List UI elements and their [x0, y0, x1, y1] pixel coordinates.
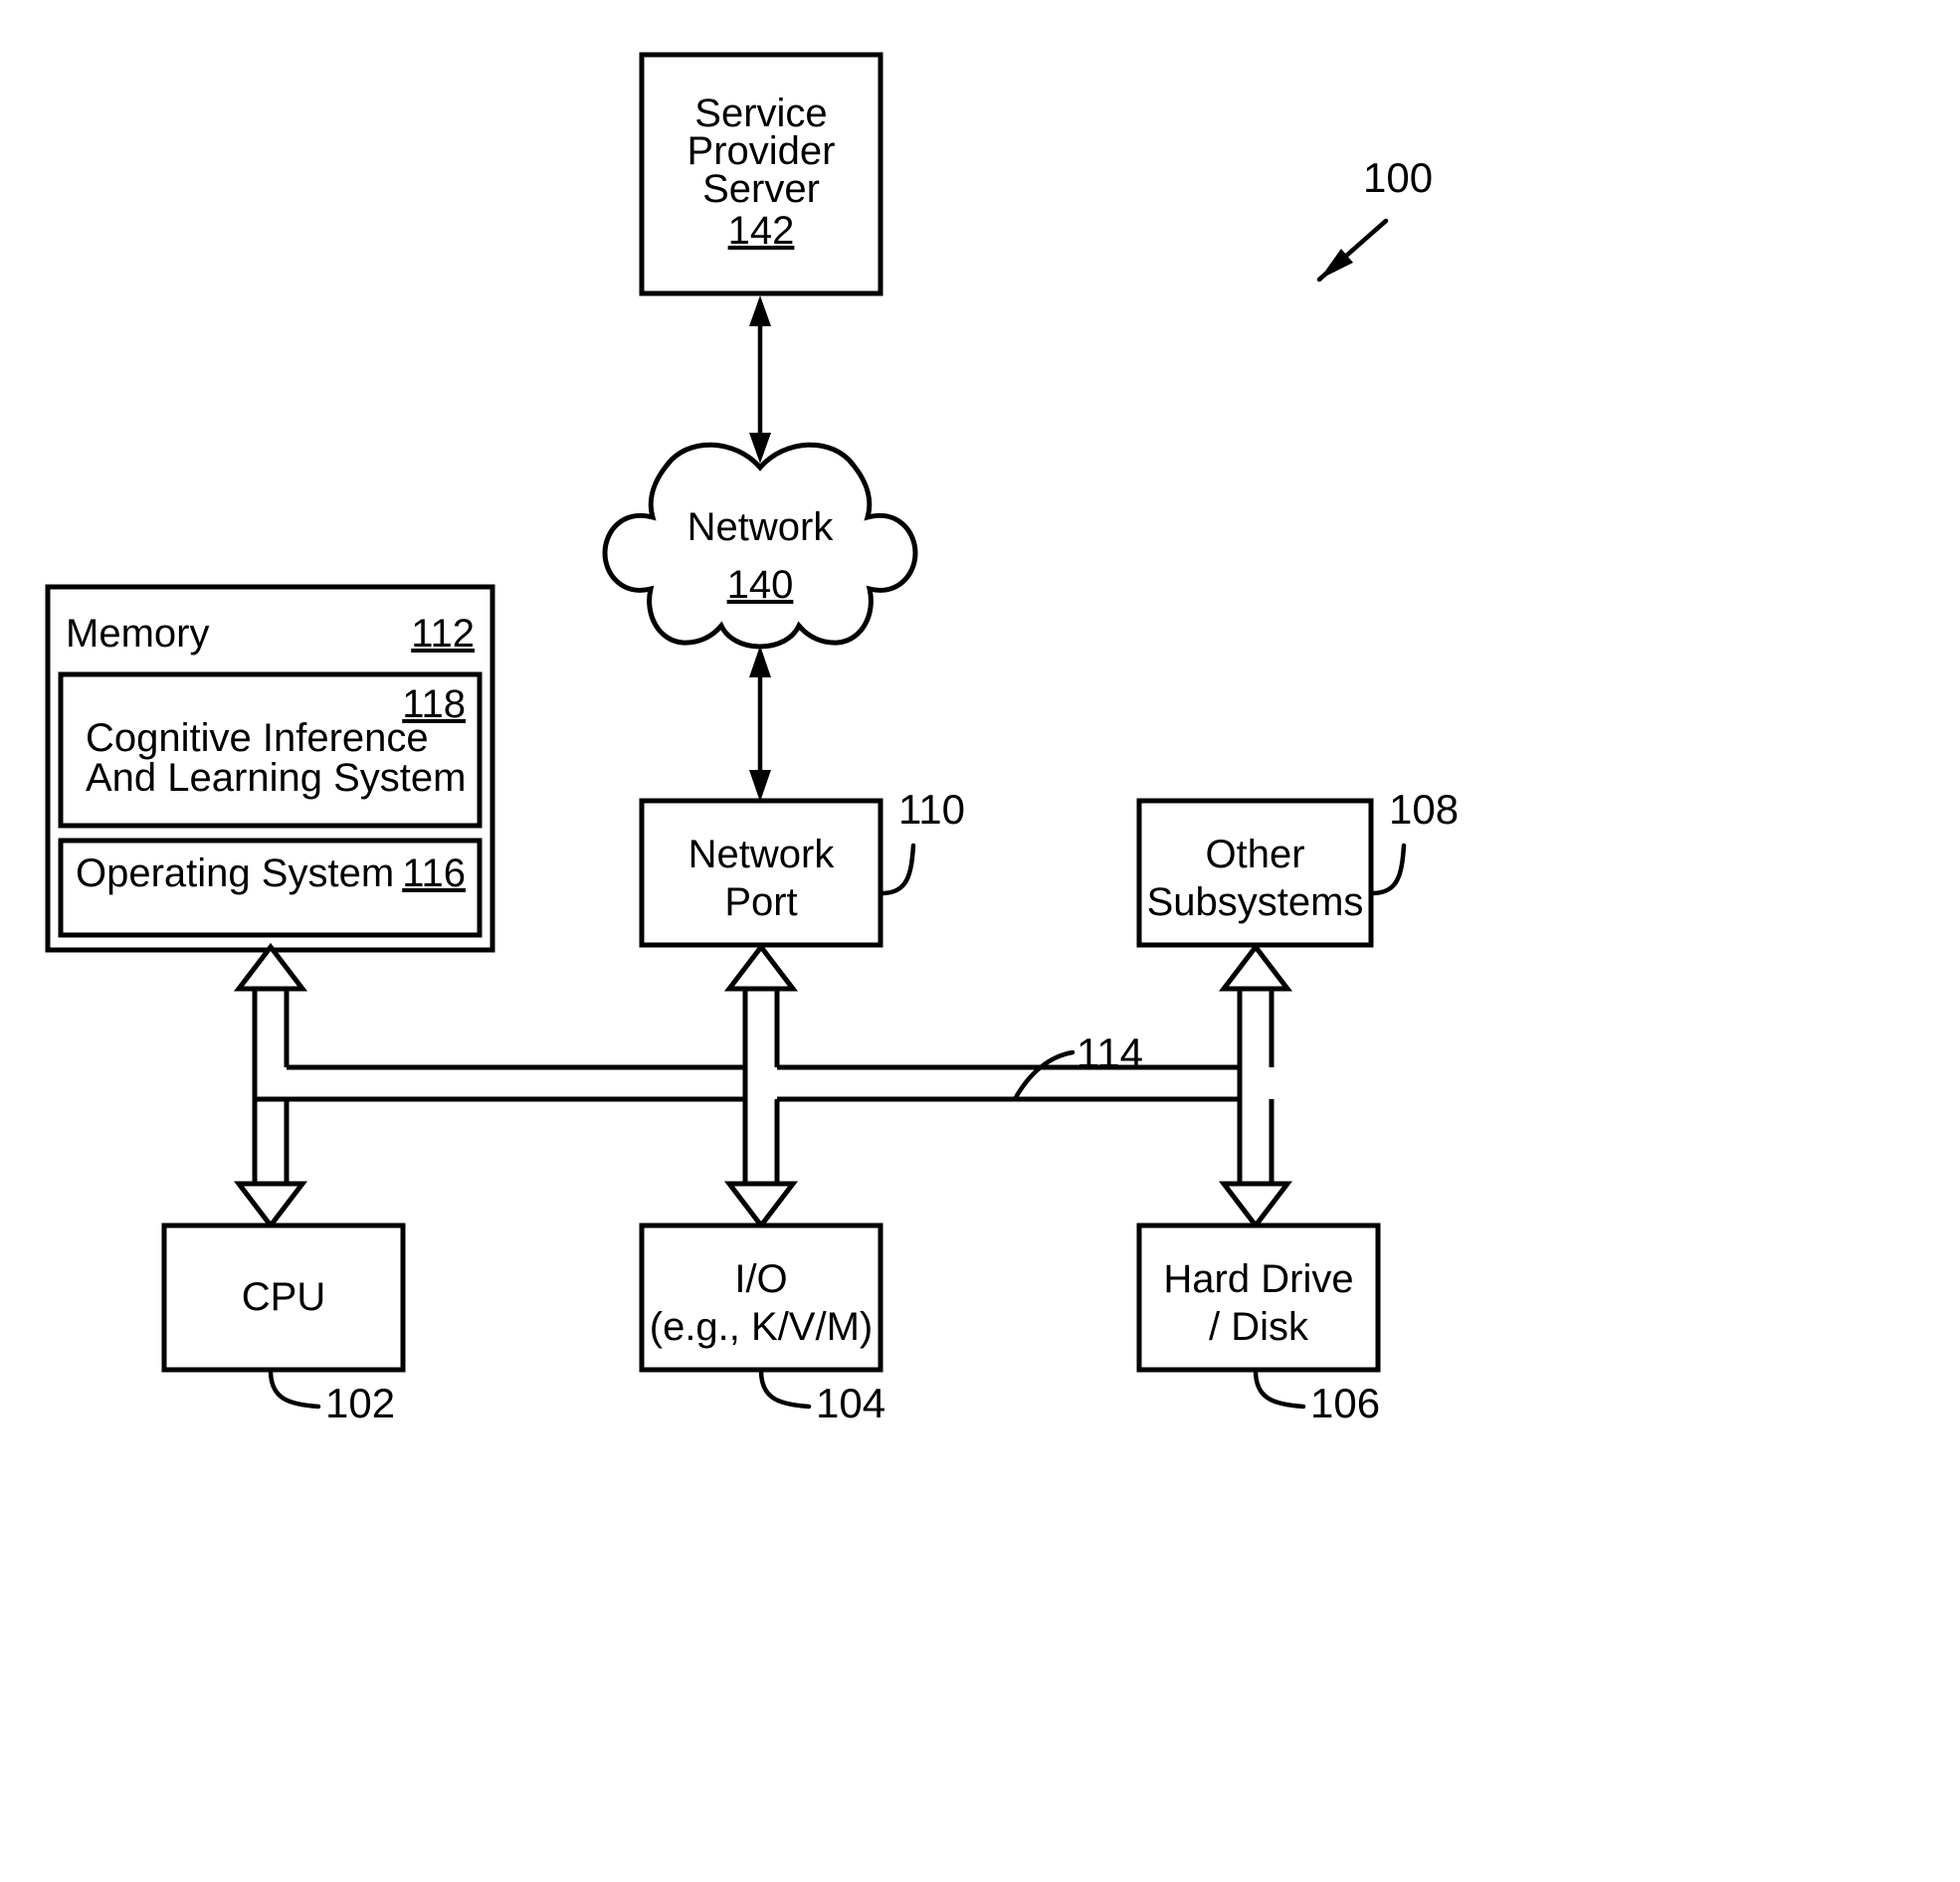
cognitive-inference-label: Cognitive Inference And Learning System — [86, 718, 466, 798]
hard-drive-line1: Hard Drive — [1163, 1257, 1354, 1301]
cognitive-inference-line1: Cognitive Inference — [86, 716, 429, 760]
cpu-ref: 102 — [325, 1380, 396, 1426]
other-subsystems-ref: 108 — [1389, 786, 1460, 833]
system-bus — [233, 942, 1293, 1230]
bus-ref: 114 — [1077, 1030, 1143, 1076]
hard-drive-ref: 106 — [1310, 1380, 1381, 1426]
server-network-link — [749, 295, 771, 464]
service-provider-server-ref: 142 — [727, 209, 795, 253]
io-label: I/O (e.g., K/V/M) — [642, 1255, 881, 1351]
network-port-link — [749, 646, 771, 802]
network-port-line2: Port — [724, 880, 798, 924]
network-port-leader — [879, 843, 916, 896]
hard-drive-leader — [1253, 1368, 1306, 1410]
network-port-line1: Network — [687, 833, 835, 876]
network-cloud-label: Network — [686, 505, 834, 549]
operating-system-ref: 116 — [402, 851, 466, 895]
network-port-label: Network Port — [642, 831, 881, 926]
other-subsystems-line1: Other — [1205, 833, 1305, 876]
service-provider-server-line2: Provider — [686, 129, 836, 173]
service-provider-server-line1: Service — [694, 92, 828, 135]
cognitive-inference-line2: And Learning System — [86, 756, 467, 800]
network-cloud-ref: 140 — [726, 563, 794, 607]
cpu-leader — [268, 1368, 321, 1410]
patent-system-diagram: 100 Service Provider Server 142 Network … — [0, 0, 1960, 1882]
io-line1: I/O — [734, 1257, 788, 1301]
cpu-label: CPU — [241, 1275, 326, 1319]
other-subsystems-line2: Subsystems — [1146, 880, 1364, 924]
memory-ref: 112 — [411, 612, 475, 656]
other-subsystems-leader — [1369, 843, 1407, 896]
hard-drive-label: Hard Drive / Disk — [1139, 1255, 1378, 1351]
io-line2: (e.g., K/V/M) — [649, 1305, 874, 1349]
figure-number: 100 — [1363, 154, 1434, 201]
hard-drive-line2: / Disk — [1209, 1305, 1308, 1349]
network-port-ref: 110 — [898, 786, 965, 833]
io-ref: 104 — [816, 1380, 886, 1426]
bus-leader — [1012, 1049, 1076, 1102]
other-subsystems-label: Other Subsystems — [1139, 831, 1371, 926]
io-leader — [758, 1368, 812, 1410]
service-provider-server-line3: Server — [702, 167, 820, 211]
service-provider-server-label: Service Provider Server 142 — [642, 92, 881, 253]
figure-reference-callout — [1316, 218, 1389, 282]
